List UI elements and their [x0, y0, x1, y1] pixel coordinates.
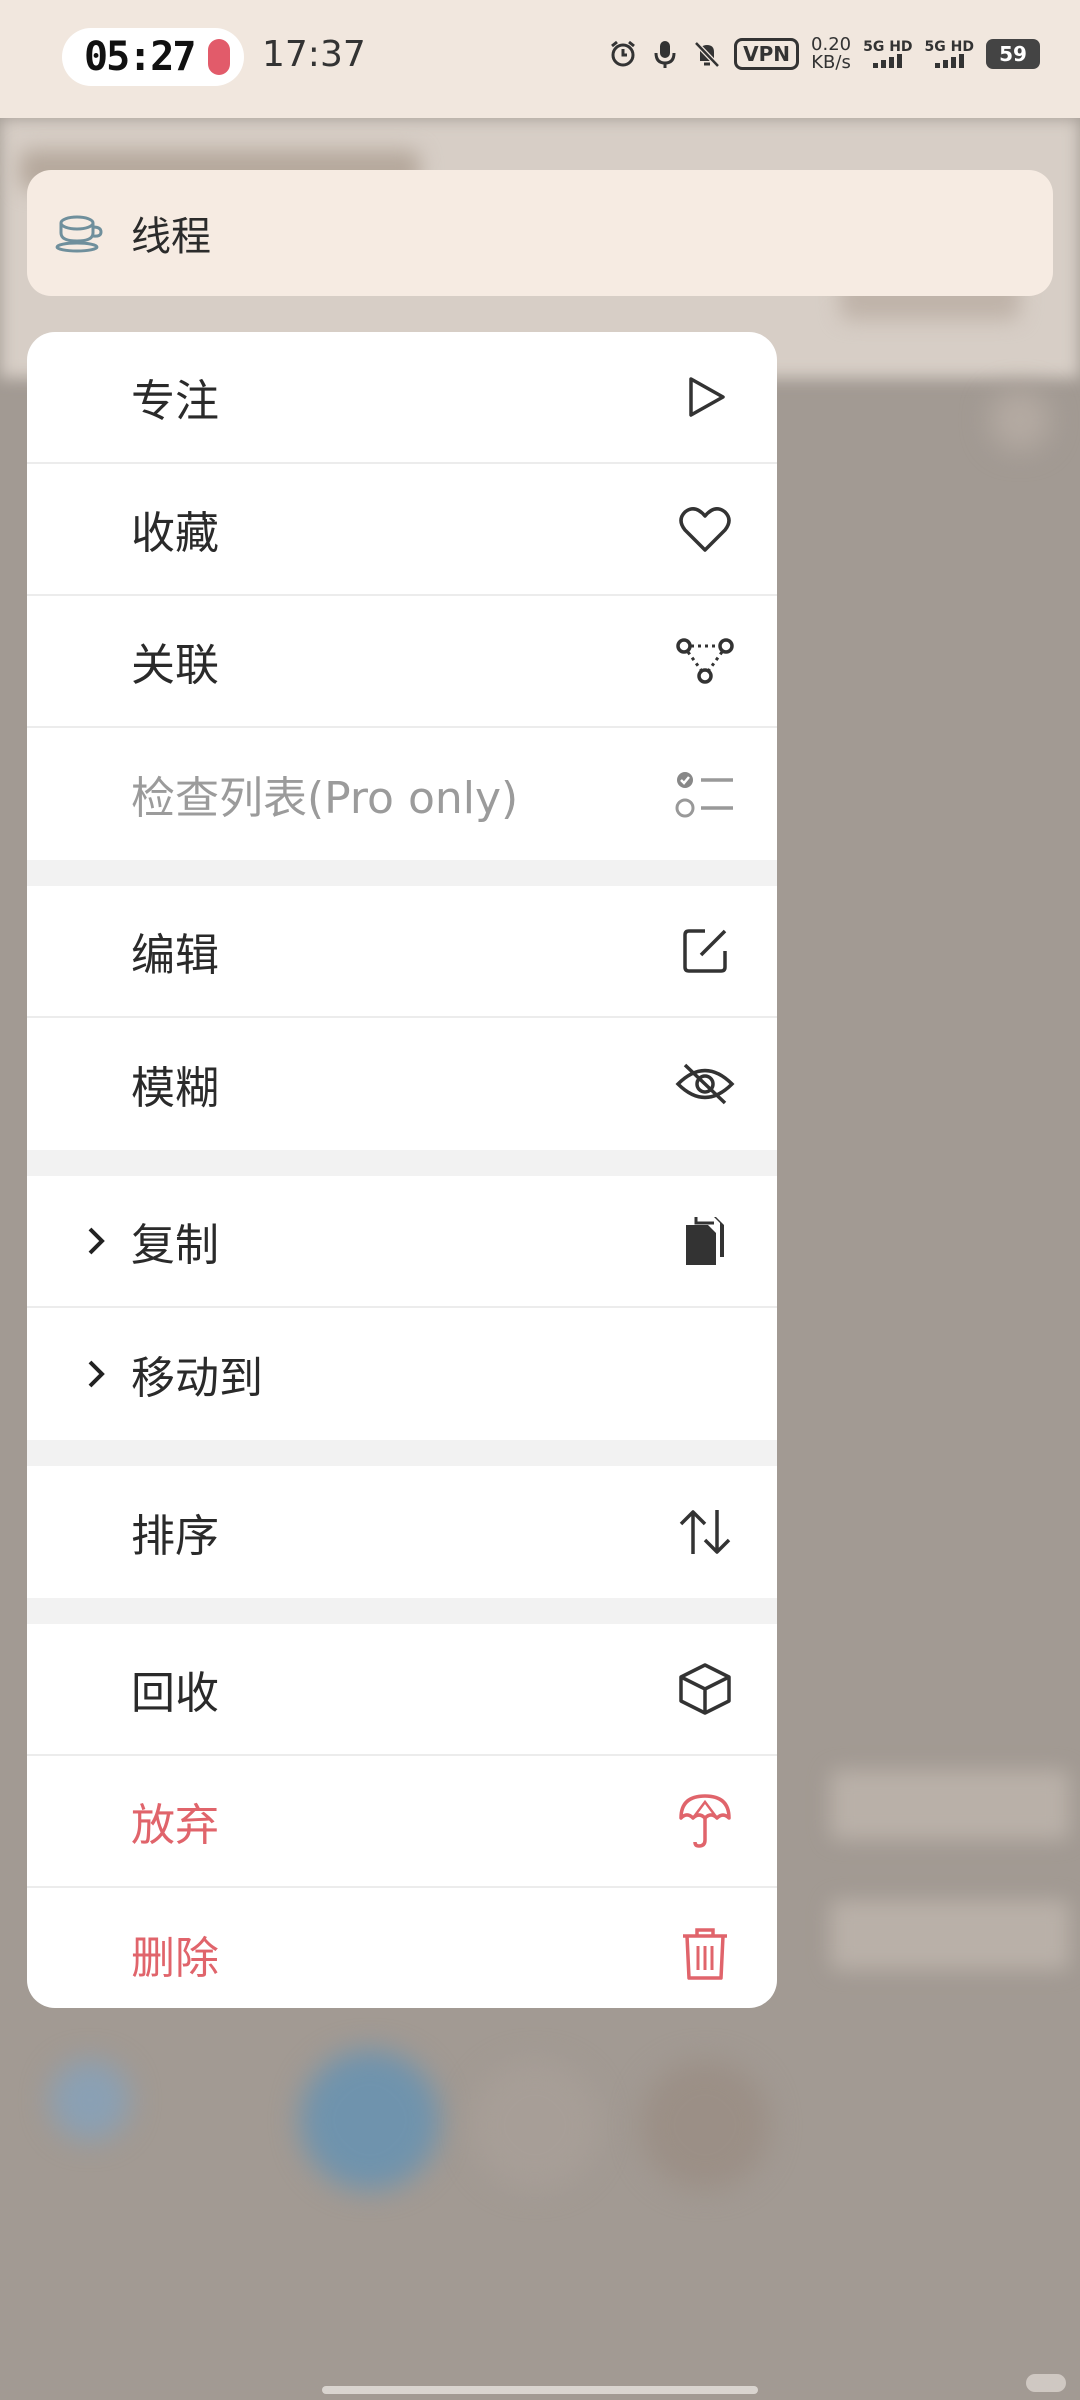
vpn-badge: VPN — [734, 38, 800, 70]
cup-icon — [53, 207, 105, 259]
trash-icon — [673, 1922, 737, 1986]
menu-item-label: 复制 — [131, 1220, 219, 1271]
mute-bell-icon — [692, 39, 722, 69]
menu-item-link[interactable]: 关联 — [27, 596, 777, 728]
network-speed-unit: KB/s — [811, 52, 851, 73]
play-icon — [673, 365, 737, 429]
menu-group-divider — [27, 1440, 777, 1466]
menu-group-divider — [27, 860, 777, 886]
microphone-icon — [650, 39, 680, 69]
menu-item-label: 移动到 — [131, 1353, 263, 1404]
signal-sim1: 5G HD — [863, 39, 913, 68]
menu-item-copy[interactable]: 复制 — [27, 1176, 777, 1308]
menu-item-recycle[interactable]: 回收 — [27, 1624, 777, 1756]
alarm-icon — [608, 39, 638, 69]
menu-item-label: 编辑 — [131, 930, 219, 981]
menu-item-label: 排序 — [131, 1511, 219, 1562]
menu-item-label: 检查列表(Pro only) — [131, 773, 519, 824]
status-bar: 05:27 17:37 VPN 0.20 KB/s 5G HD 5G HD 59 — [0, 0, 1080, 118]
recording-pill[interactable]: 05:27 — [62, 28, 244, 86]
menu-item-label: 模糊 — [131, 1063, 219, 1114]
eye-off-icon — [673, 1052, 737, 1116]
signal-sim1-label: 5G HD — [863, 39, 913, 55]
menu-item-abandon[interactable]: 放弃 — [27, 1756, 777, 1888]
box-icon — [673, 1657, 737, 1721]
chevron-right-icon — [85, 1221, 113, 1261]
menu-item-label: 删除 — [131, 1933, 219, 1984]
chevron-right-icon — [85, 1354, 113, 1394]
menu-item-label: 专注 — [131, 376, 219, 427]
link-nodes-icon — [673, 629, 737, 693]
edit-icon — [673, 919, 737, 983]
thread-header[interactable]: 线程 — [27, 170, 1053, 296]
signal-sim2-label: 5G HD — [924, 39, 974, 55]
thread-title: 线程 — [131, 214, 211, 260]
copy-icon — [673, 1209, 737, 1273]
network-speed: 0.20 KB/s — [811, 36, 851, 72]
menu-item-edit[interactable]: 编辑 — [27, 886, 777, 1018]
checklist-icon — [673, 762, 737, 826]
recording-time: 05:27 — [84, 34, 196, 80]
menu-item-label: 放弃 — [131, 1800, 219, 1851]
home-indicator[interactable] — [322, 2386, 758, 2394]
menu-item-label: 关联 — [131, 640, 219, 691]
menu-group-divider — [27, 1150, 777, 1176]
menu-item-delete[interactable]: 删除 — [27, 1888, 777, 2008]
context-menu: 专注 收藏 关联 检查列表(Pro only) 编辑 模糊 复制 移动到 排序 … — [27, 332, 777, 2008]
battery-level: 59 — [986, 39, 1040, 69]
watermark-badge — [1026, 2374, 1066, 2392]
signal-bars-icon — [925, 54, 974, 68]
clock: 17:37 — [262, 34, 366, 75]
menu-item-move-to[interactable]: 移动到 — [27, 1308, 777, 1440]
menu-item-label: 回收 — [131, 1668, 219, 1719]
menu-item-focus[interactable]: 专注 — [27, 332, 777, 464]
sort-arrows-icon — [673, 1500, 737, 1564]
menu-item-checklist[interactable]: 检查列表(Pro only) — [27, 728, 777, 860]
menu-item-sort[interactable]: 排序 — [27, 1466, 777, 1598]
menu-item-label: 收藏 — [131, 508, 219, 559]
umbrella-icon — [673, 1789, 737, 1853]
menu-item-favorite[interactable]: 收藏 — [27, 464, 777, 596]
menu-group-divider — [27, 1598, 777, 1624]
signal-bars-icon — [863, 54, 912, 68]
mic-recording-icon — [208, 39, 231, 75]
signal-sim2: 5G HD — [925, 40, 974, 68]
menu-item-blur[interactable]: 模糊 — [27, 1018, 777, 1150]
heart-icon — [673, 497, 737, 561]
